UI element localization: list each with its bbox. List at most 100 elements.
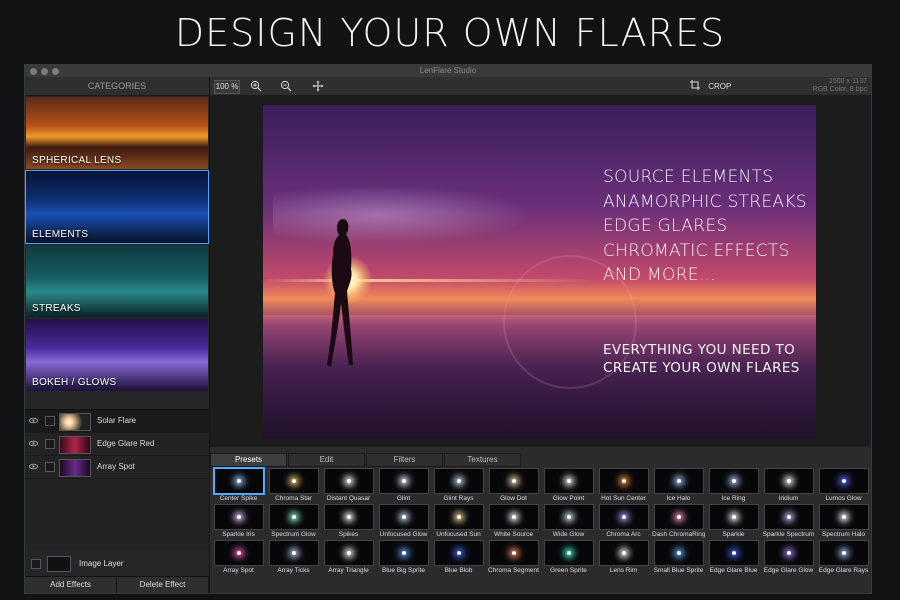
image-layer-row[interactable]: Image Layer: [25, 555, 209, 573]
preset-item[interactable]: Blue Blob: [432, 539, 485, 574]
crop-icon: [690, 80, 700, 90]
feature-line: SOURCE ELEMENTS: [603, 167, 774, 187]
zoom-out-icon[interactable]: [280, 80, 292, 92]
preset-item[interactable]: Ice Ring: [707, 467, 760, 502]
tab-filters[interactable]: Filters: [366, 453, 443, 467]
add-effects-button[interactable]: Add Effects: [25, 577, 117, 593]
tab-textures[interactable]: Textures: [444, 453, 521, 467]
preset-item[interactable]: Array Spot: [212, 539, 265, 574]
category-spherical-lens[interactable]: SPHERICAL LENS: [26, 97, 208, 169]
preset-item[interactable]: Glow Point: [542, 467, 595, 502]
layer-thumbnail: [59, 459, 91, 477]
preset-item[interactable]: Spectrum Glow: [267, 503, 320, 538]
preset-thumbnail: [544, 540, 594, 566]
eye-icon[interactable]: [29, 439, 38, 448]
preset-item[interactable]: Lumos Glow: [817, 467, 870, 502]
crop-button[interactable]: CROP: [690, 80, 731, 92]
preset-item[interactable]: Lens Rim: [597, 539, 650, 574]
crop-label: CROP: [708, 82, 732, 91]
layer-row[interactable]: Array Spot: [25, 456, 209, 479]
eye-icon[interactable]: [29, 416, 38, 425]
preset-item[interactable]: White Source: [487, 503, 540, 538]
delete-effect-button[interactable]: Delete Effect: [117, 577, 209, 593]
preset-thumbnail: [213, 467, 265, 495]
preset-item[interactable]: Green Sprite: [542, 539, 595, 574]
preset-thumbnail: [544, 504, 594, 530]
preset-thumbnail: [599, 504, 649, 530]
preview-image[interactable]: SOURCE ELEMENTS ANAMORPHIC STREAKS EDGE …: [263, 105, 816, 439]
preset-item[interactable]: Unfocused Sun: [432, 503, 485, 538]
preset-item[interactable]: Sparkle: [707, 503, 760, 538]
preset-item[interactable]: Edge Glare Glow: [762, 539, 815, 574]
canvas-area: SOURCE ELEMENTS ANAMORPHIC STREAKS EDGE …: [210, 95, 871, 447]
category-bokeh-glows[interactable]: BOKEH / GLOWS: [26, 319, 208, 391]
move-icon[interactable]: [312, 80, 324, 92]
zoom-level-field[interactable]: 100 %: [214, 80, 240, 94]
preset-item[interactable]: Array Ticks: [267, 539, 320, 574]
preset-name: Dash ChromaRing: [652, 531, 705, 538]
layer-checkbox[interactable]: [45, 416, 55, 426]
tab-presets[interactable]: Presets: [210, 453, 287, 467]
preset-name: Glint: [396, 495, 411, 502]
preset-item[interactable]: Chroma Star: [267, 467, 320, 502]
preset-thumbnail: [489, 504, 539, 530]
preset-item[interactable]: Ice Halo: [652, 467, 705, 502]
zoom-in-icon[interactable]: [250, 80, 262, 92]
preset-name: Chroma Arc: [606, 531, 641, 538]
preset-item[interactable]: Unfocused Glow: [377, 503, 430, 538]
preset-grid: Center Spike Chroma Star Distant Quasar Gli…: [212, 467, 870, 593]
preset-item[interactable]: Chroma Arc: [597, 503, 650, 538]
category-elements[interactable]: ELEMENTS: [25, 170, 209, 244]
layer-checkbox[interactable]: [45, 439, 55, 449]
layer-row[interactable]: Solar Flare: [25, 410, 209, 433]
preset-thumbnail: [269, 540, 319, 566]
layer-checkbox[interactable]: [45, 462, 55, 472]
preset-item[interactable]: Edge Glare Blue: [707, 539, 760, 574]
preset-item[interactable]: Sparkle Spectrum: [762, 503, 815, 538]
layer-row[interactable]: Edge Glare Red: [25, 433, 209, 456]
preset-item[interactable]: Spectrum Halo: [817, 503, 870, 538]
preset-item[interactable]: Array Triangle: [322, 539, 375, 574]
preset-thumbnail: [654, 540, 704, 566]
preset-item[interactable]: Blue Big Sprite: [377, 539, 430, 574]
bottom-tabs: Presets Edit Filters Textures: [210, 453, 871, 467]
preset-item[interactable]: Dash ChromaRing: [652, 503, 705, 538]
feature-line: EDGE GLARES: [603, 216, 728, 236]
flare-glow: [787, 479, 791, 483]
category-streaks[interactable]: STREAKS: [26, 245, 208, 317]
tab-edit[interactable]: Edit: [288, 453, 365, 467]
eye-icon[interactable]: [29, 462, 38, 471]
preset-item[interactable]: Sparkle Iris: [212, 503, 265, 538]
preset-thumbnail: [379, 504, 429, 530]
preset-name: Unfocused Glow: [379, 531, 428, 538]
preset-item[interactable]: Hot Sun Center: [597, 467, 650, 502]
sidebar: CATEGORIES SPHERICAL LENS ELEMENTS STREA…: [25, 77, 210, 593]
preset-name: Small Blue Sprite: [653, 567, 704, 574]
feature-line: CHROMATIC EFFECTS: [603, 240, 790, 261]
preset-item[interactable]: Small Blue Sprite: [652, 539, 705, 574]
preset-thumbnail: [379, 540, 429, 566]
preset-item[interactable]: Glow Dot: [487, 467, 540, 502]
preset-name: Sparkle Spectrum: [762, 531, 815, 538]
preset-item[interactable]: Iridium: [762, 467, 815, 502]
flare-glow: [402, 479, 406, 483]
preset-item[interactable]: Spikes: [322, 503, 375, 538]
preset-item[interactable]: Edge Glare Rays: [817, 539, 870, 574]
preset-name: Edge Glare Glow: [763, 567, 814, 574]
preset-item[interactable]: Glint: [377, 467, 430, 502]
preset-name: Glow Dot: [500, 495, 527, 502]
preset-name: Glint Rays: [443, 495, 474, 502]
preset-item[interactable]: Distant Quasar: [322, 467, 375, 502]
preset-name: Wide Glow: [552, 531, 585, 538]
flare-glow: [842, 515, 846, 519]
preset-name: Blue Blob: [444, 567, 473, 574]
preset-thumbnail: [489, 468, 539, 494]
preset-thumbnail: [654, 468, 704, 494]
preset-item[interactable]: Glint Rays: [432, 467, 485, 502]
preset-item[interactable]: Wide Glow: [542, 503, 595, 538]
flare-glow: [842, 551, 846, 555]
preset-item[interactable]: Chroma Segment: [487, 539, 540, 574]
image-layer-checkbox[interactable]: [31, 559, 41, 569]
preset-item[interactable]: Center Spike: [212, 467, 265, 502]
preset-thumbnail: [709, 540, 759, 566]
